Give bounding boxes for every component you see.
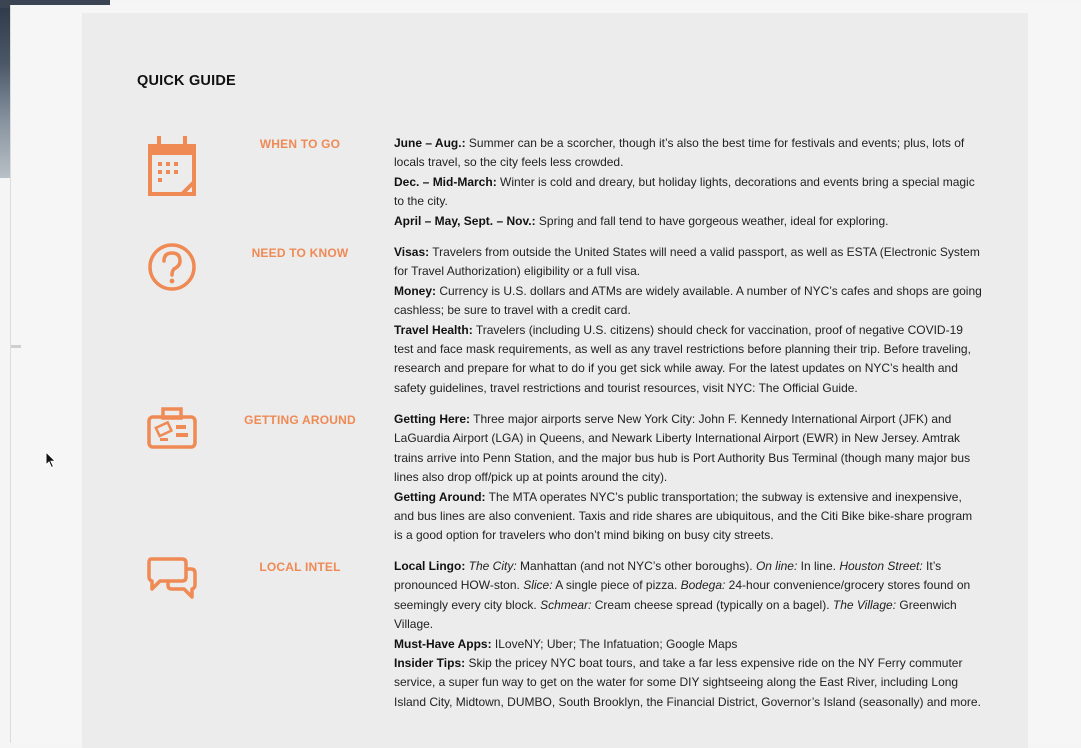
- paragraph-heading: June – Aug.:: [394, 136, 466, 150]
- paragraph: Insider Tips: Skip the pricey NYC boat t…: [394, 654, 984, 712]
- paragraph: Dec. – Mid-March: Winter is cold and dre…: [394, 173, 984, 212]
- paragraph-text: Skip the pricey NYC boat tours, and take…: [394, 656, 981, 709]
- paragraph-text: ILoveNY; Uber; The Infatuation; Google M…: [491, 636, 738, 651]
- paragraph: Local Lingo: The City: Manhattan (and no…: [394, 557, 984, 635]
- paragraph-heading: Getting Around:: [394, 489, 486, 504]
- paragraph-text: Travelers from outside the United States…: [394, 245, 980, 279]
- question-circle-icon: [146, 241, 198, 305]
- document-page: QUICK GUIDE WHEN TO GO June – Aug.: Summ…: [82, 13, 1028, 748]
- chat-bubbles-icon: [146, 555, 198, 619]
- paragraph: Travel Health: Travelers (including U.S.…: [394, 321, 984, 399]
- paragraph: April – May, Sept. – Nov.: Spring and fa…: [394, 212, 984, 231]
- term: The Village:: [832, 597, 897, 612]
- mouse-cursor-icon: [45, 450, 57, 474]
- paragraph-text: Summer can be a scorcher, though it’s al…: [394, 136, 965, 170]
- paragraph-heading: Dec. – Mid-March:: [394, 174, 497, 189]
- paragraph-text: Travelers (including U.S. citizens) shou…: [394, 322, 971, 395]
- paragraph: Getting Here: Three major airports serve…: [394, 410, 984, 488]
- paragraph-heading: Money:: [394, 283, 436, 298]
- paragraph: Money: Currency is U.S. dollars and ATMs…: [394, 282, 984, 321]
- term: On line:: [755, 559, 798, 573]
- section-label: WHEN TO GO: [259, 137, 341, 151]
- term: Slice:: [523, 578, 553, 593]
- section-body: Getting Here: Three major airports serve…: [394, 410, 984, 546]
- term: Houston Street:: [839, 559, 923, 573]
- section-label: GETTING AROUND: [244, 413, 356, 427]
- paragraph-text: Cream cheese spread (typically on a bage…: [591, 597, 833, 612]
- section-body: Visas: Travelers from outside the United…: [394, 243, 984, 398]
- page-title: QUICK GUIDE: [137, 73, 236, 89]
- section-label: LOCAL INTEL: [259, 560, 341, 574]
- paragraph-heading: Local Lingo:: [394, 559, 466, 573]
- paragraph-text: Spring and fall tend to have gorgeous we…: [535, 213, 889, 228]
- term: Bodega:: [680, 578, 726, 593]
- suitcase-icon: [146, 405, 198, 469]
- paragraph: Must-Have Apps: ILoveNY; Uber; The Infat…: [394, 635, 984, 654]
- paragraph-text: Currency is U.S. dollars and ATMs are wi…: [394, 283, 982, 318]
- paragraph-heading: April – May, Sept. – Nov.:: [394, 213, 536, 228]
- paragraph-text: Manhattan (and not NYC’s other boroughs)…: [516, 559, 756, 573]
- paragraph: Getting Around: The MTA operates NYC’s p…: [394, 488, 984, 546]
- section-label: NEED TO KNOW: [251, 246, 349, 260]
- paragraph-heading: Insider Tips:: [394, 656, 466, 671]
- term: The City:: [468, 559, 517, 573]
- paragraph: Visas: Travelers from outside the United…: [394, 243, 984, 282]
- section-body: Local Lingo: The City: Manhattan (and no…: [394, 557, 984, 712]
- paragraph: June – Aug.: Summer can be a scorcher, t…: [394, 134, 984, 173]
- paragraph-heading: Travel Health:: [394, 322, 473, 337]
- section-body: June – Aug.: Summer can be a scorcher, t…: [394, 134, 984, 231]
- calendar-icon: [146, 134, 198, 198]
- paragraph-heading: Getting Here:: [394, 412, 471, 426]
- paragraph-text: Three major airports serve New York City…: [394, 412, 971, 485]
- paragraph-heading: Must-Have Apps:: [394, 636, 492, 651]
- paragraph-heading: Visas:: [394, 245, 430, 259]
- term: Schmear:: [540, 597, 592, 612]
- document-window: QUICK GUIDE WHEN TO GO June – Aug.: Summ…: [10, 5, 1079, 748]
- paragraph-text: In line.: [797, 559, 840, 573]
- paragraph-text: A single piece of pizza.: [552, 578, 681, 593]
- panel-divider: [11, 345, 21, 348]
